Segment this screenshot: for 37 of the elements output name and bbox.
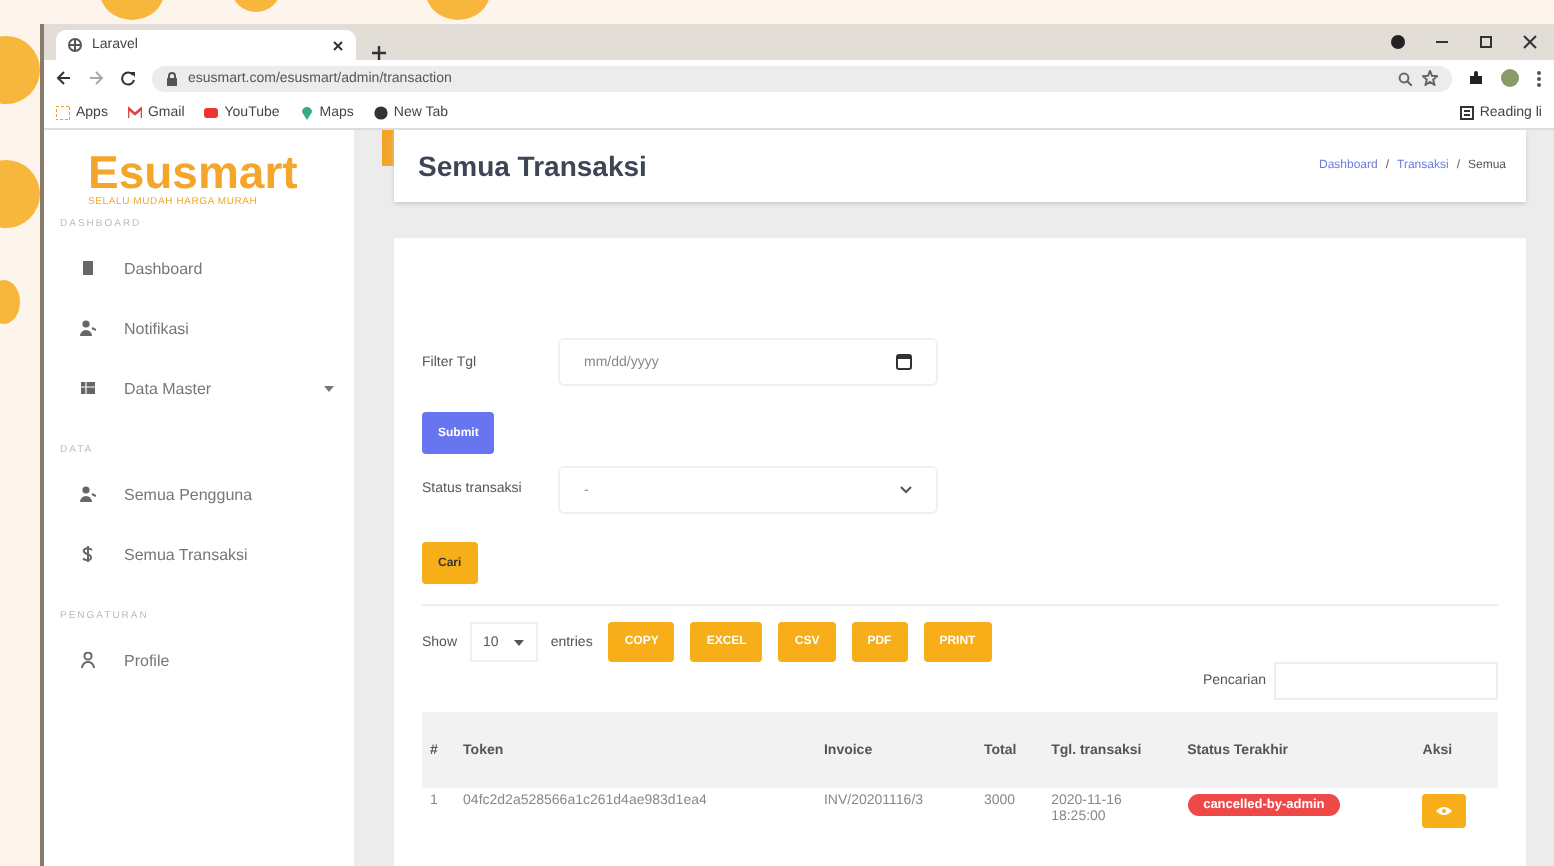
profile-icon[interactable] xyxy=(1390,34,1406,50)
eye-icon xyxy=(1436,806,1453,816)
list-icon xyxy=(1459,105,1474,119)
nav-item[interactable]: Profile xyxy=(44,630,354,690)
more-icon[interactable] xyxy=(1536,69,1542,87)
person-icon xyxy=(80,652,96,668)
caret-icon xyxy=(514,639,525,645)
nav-item[interactable]: Semua Transaksi xyxy=(44,524,354,584)
close-icon[interactable] xyxy=(332,39,344,51)
avatar-icon[interactable] xyxy=(1500,68,1520,88)
nav-item[interactable]: Notifikasi xyxy=(44,298,354,358)
maximize-icon[interactable] xyxy=(1478,34,1494,50)
globe-icon xyxy=(68,38,82,52)
lock-icon xyxy=(166,71,178,85)
caret-icon xyxy=(324,385,334,391)
calendar-icon[interactable] xyxy=(896,354,912,370)
nav-item[interactable]: Dashboard xyxy=(44,238,354,298)
logo-text: Esusmart xyxy=(86,144,300,196)
user-icon xyxy=(80,486,96,502)
document-icon xyxy=(80,260,96,276)
nav-item[interactable]: Data Master xyxy=(44,358,354,418)
page-title: Semua Transaksi xyxy=(418,150,647,182)
mail-icon xyxy=(127,105,142,119)
zoom-icon[interactable] xyxy=(1398,71,1412,85)
play-icon xyxy=(204,105,219,119)
table-icon xyxy=(80,380,96,396)
user-icon xyxy=(80,320,96,336)
nav-item[interactable]: Semua Pengguna xyxy=(44,464,354,524)
plus-icon[interactable] xyxy=(372,46,386,60)
close-icon[interactable] xyxy=(1522,34,1538,50)
globe-icon xyxy=(373,105,388,119)
pin-icon xyxy=(299,105,314,119)
dollar-icon xyxy=(80,546,96,562)
back-arrow-icon[interactable] xyxy=(56,70,72,86)
chevron-down-icon xyxy=(900,486,912,494)
reload-icon[interactable] xyxy=(120,70,136,86)
star-icon[interactable] xyxy=(1422,70,1438,86)
